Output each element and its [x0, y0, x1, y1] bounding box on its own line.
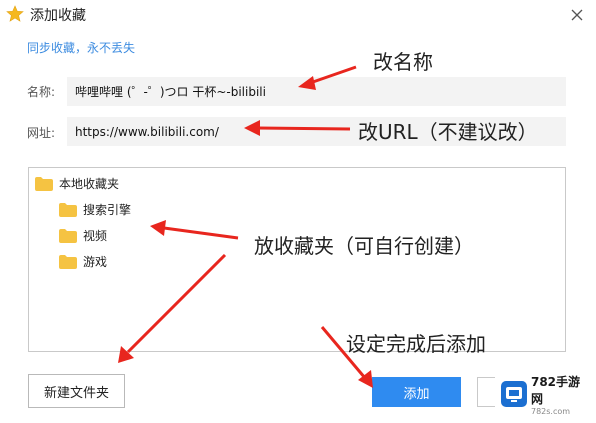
- add-button[interactable]: 添加: [372, 377, 461, 407]
- watermark: 782手游网 782s.com: [495, 375, 592, 416]
- folder-tree: 本地收藏夹 搜索引擎 视频 游戏: [28, 167, 566, 352]
- title-bar: 添加收藏: [0, 0, 596, 30]
- annotation-edit-url: 改URL（不建议改）: [358, 120, 538, 144]
- folder-item-root[interactable]: 本地收藏夹: [35, 175, 119, 192]
- close-button[interactable]: [565, 3, 589, 27]
- folder-icon: [59, 202, 77, 217]
- watermark-subtext: 782s.com: [530, 406, 571, 416]
- name-input[interactable]: [67, 77, 566, 106]
- name-label: 名称:: [27, 85, 56, 99]
- star-icon: [6, 5, 24, 22]
- annotation-done: 设定完成后添加: [346, 332, 486, 356]
- folder-item-games[interactable]: 游戏: [59, 253, 107, 270]
- close-icon: [571, 9, 583, 21]
- folder-label: 本地收藏夹: [59, 177, 120, 191]
- folder-item-video[interactable]: 视频: [59, 227, 107, 244]
- new-folder-button[interactable]: 新建文件夹: [28, 374, 125, 408]
- url-label: 网址:: [27, 126, 56, 140]
- annotation-choose-folder: 放收藏夹（可自行创建）: [254, 234, 474, 258]
- folder-icon: [59, 228, 77, 243]
- annotation-rename: 改名称: [373, 50, 433, 74]
- window-title: 添加收藏: [30, 8, 86, 24]
- watermark-text: 782手游网: [530, 374, 581, 406]
- sync-link[interactable]: 同步收藏，永不丢失: [27, 39, 135, 56]
- folder-label: 游戏: [83, 255, 108, 269]
- folder-label: 视频: [83, 229, 108, 243]
- folder-icon: [59, 254, 77, 269]
- folder-label: 搜索引擎: [83, 203, 132, 217]
- watermark-logo-icon: [501, 381, 527, 407]
- folder-item-search-engines[interactable]: 搜索引擎: [59, 201, 131, 218]
- folder-icon: [35, 176, 53, 191]
